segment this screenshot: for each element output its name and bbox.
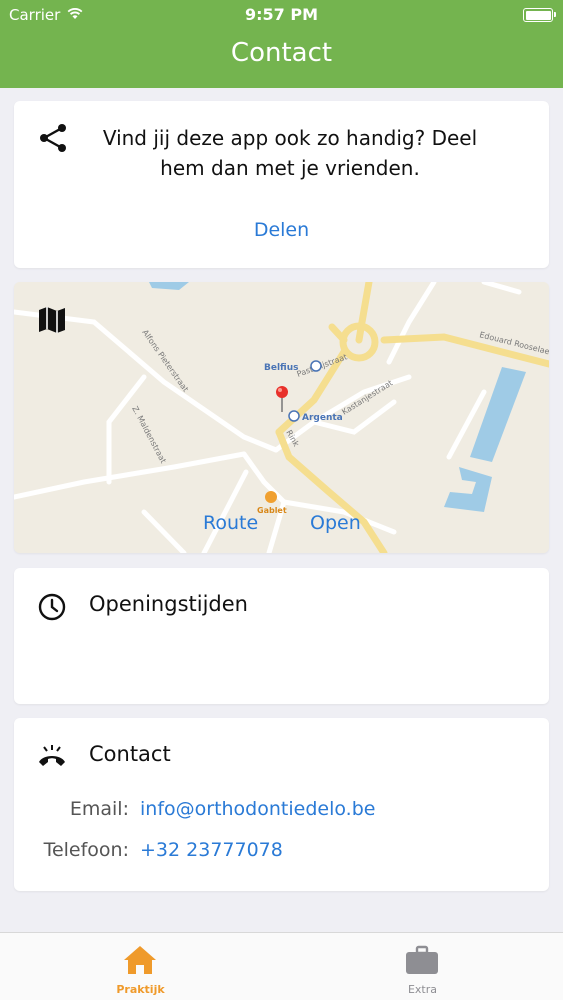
- tab-praktijk[interactable]: Praktijk: [0, 933, 281, 1000]
- page-title: Contact: [230, 38, 333, 68]
- route-button[interactable]: Route: [203, 512, 258, 534]
- battery-icon: [523, 8, 556, 22]
- map-poi-belfius: Belfius: [264, 363, 298, 373]
- status-time: 9:57 PM: [244, 5, 318, 24]
- briefcase-icon: [406, 945, 438, 974]
- share-card: Vind jij deze app ook zo handig? Deel he…: [14, 101, 549, 268]
- contact-card: Contact Email: info@orthodontiedelo.be T…: [14, 718, 549, 891]
- home-icon: [124, 946, 156, 974]
- share-message: Vind jij deze app ook zo handig? Deel he…: [102, 126, 478, 180]
- tab-praktijk-label: Praktijk: [116, 983, 165, 996]
- share-icon: [40, 124, 66, 152]
- tab-extra-label: Extra: [407, 983, 438, 996]
- map-card[interactable]: Pastorijstraat Edouard Rooselaers Kastan…: [14, 282, 549, 553]
- clock-icon: [38, 593, 66, 621]
- opening-hours-title: Openingstijden: [89, 592, 248, 616]
- map-poi-gablet: Gablet: [257, 506, 287, 515]
- contact-screen: Carrier 9:57 PM Contact Vind jij deze ap…: [0, 0, 563, 1000]
- phone-icon: [39, 745, 65, 766]
- open-map-button[interactable]: Open: [310, 512, 361, 534]
- contact-title: Contact: [89, 742, 171, 766]
- email-link[interactable]: info@orthodontiedelo.be: [140, 798, 375, 820]
- map-poi-argenta: Argenta: [302, 413, 343, 423]
- navigation-header: Carrier 9:57 PM Contact: [0, 0, 563, 88]
- phone-link[interactable]: +32 23777078: [140, 839, 283, 861]
- phone-label: Telefoon:: [43, 839, 129, 861]
- map-icon: [39, 307, 65, 333]
- opening-hours-card: Openingstijden: [14, 568, 549, 704]
- status-bar: Carrier 9:57 PM: [0, 0, 563, 30]
- share-button[interactable]: Delen: [14, 219, 549, 241]
- email-label: Email:: [69, 798, 129, 820]
- tab-extra[interactable]: Extra: [282, 933, 563, 1000]
- tab-bar: Praktijk Extra: [0, 932, 563, 1000]
- map-view[interactable]: Pastorijstraat Edouard Rooselaers Kastan…: [14, 282, 549, 553]
